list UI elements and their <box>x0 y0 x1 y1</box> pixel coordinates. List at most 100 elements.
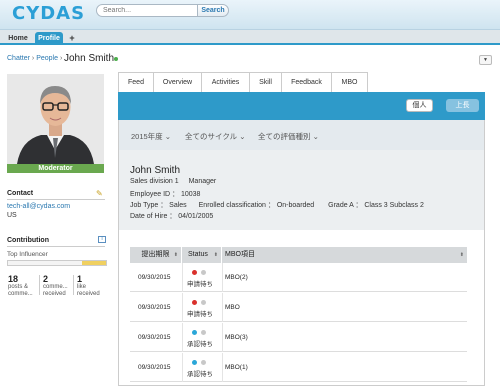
cydas-logo[interactable]: CYDAS <box>12 3 85 24</box>
stat-posts-count: 18 <box>8 274 19 284</box>
moderator-badge: Moderator <box>7 164 104 173</box>
row-mbo-item[interactable]: MBO <box>225 304 240 311</box>
employee-grade: Grade A ： Class 3 Subclass 2 <box>328 202 424 209</box>
contribution-title: Contribution <box>7 237 49 244</box>
stat-comments-label: comme... received <box>43 284 68 298</box>
row-status: 申請待ち <box>187 311 213 318</box>
stat-divider <box>73 275 74 295</box>
edit-pencil-icon[interactable]: ✎ <box>96 189 103 198</box>
row-deadline: 09/30/2015 <box>138 304 171 311</box>
table-row[interactable]: 09/30/2015 承認待ち MBO(1) <box>130 353 467 382</box>
column-header-label: MBO項目 <box>225 251 255 258</box>
search-input[interactable] <box>96 4 198 17</box>
fiscal-year-filter[interactable]: 2015年度 ⌄ <box>131 131 171 142</box>
contact-country: US <box>7 212 17 219</box>
tab-feed[interactable]: Feed <box>118 72 154 92</box>
stat-likes-label: like received <box>77 284 100 298</box>
row-status: 承認待ち <box>187 371 213 378</box>
app-tab-bar: Home Profile + <box>0 30 500 45</box>
stat-label-line: received <box>77 291 100 297</box>
search-button[interactable]: Search <box>197 4 229 17</box>
tab-mbo[interactable]: MBO <box>332 72 368 92</box>
status-dot-icon <box>201 270 206 275</box>
table-row[interactable]: 09/30/2015 承認待ち MBO(3) <box>130 323 467 352</box>
tab-skill[interactable]: Skill <box>250 72 282 92</box>
row-status: 申請待ち <box>187 281 213 288</box>
tab-profile[interactable]: Profile <box>35 32 63 45</box>
status-dot-icon <box>201 330 206 335</box>
employee-role: Manager <box>188 178 217 185</box>
sort-icon[interactable]: ⬍ <box>174 247 178 263</box>
evaluation-type-filter[interactable]: 全ての評価種別 ⌄ <box>258 131 319 142</box>
employee-name: John Smith <box>130 165 181 176</box>
sort-icon[interactable]: ⬍ <box>214 247 218 263</box>
row-mbo-item[interactable]: MBO(2) <box>225 274 248 281</box>
cell-divider <box>182 323 183 352</box>
contact-email[interactable]: tech-all@cydas.com <box>7 203 70 210</box>
tab-overview[interactable]: Overview <box>154 72 202 92</box>
row-mbo-item[interactable]: MBO(3) <box>225 334 248 341</box>
status-dot-icon <box>201 360 206 365</box>
row-mbo-item[interactable]: MBO(1) <box>225 364 248 371</box>
employee-division-line: Sales division 1 Manager <box>130 178 216 185</box>
profile-photo-image <box>7 74 104 164</box>
column-header-label: 提出期限 <box>141 251 170 258</box>
tab-feedback[interactable]: Feedback <box>282 72 332 92</box>
stat-divider <box>39 275 40 295</box>
stat-label-line: received <box>43 291 66 297</box>
supervisor-view-button[interactable]: 上長 <box>446 99 479 112</box>
column-header-deadline[interactable]: 提出期限 ⬍ <box>130 247 182 263</box>
status-dot-icon <box>192 330 197 335</box>
cycle-filter[interactable]: 全てのサイクル ⌄ <box>185 131 246 142</box>
row-deadline: 09/30/2015 <box>138 364 171 371</box>
divider <box>7 199 105 200</box>
employee-job-line: Job Type ： Sales Enrolled classification… <box>130 200 424 210</box>
employee-enrolled: Enrolled classification ： On-boarded <box>198 202 315 209</box>
stat-likes-count: 1 <box>77 274 83 284</box>
breadcrumb-chatter[interactable]: Chatter <box>7 55 30 62</box>
stat-label-line: comme... <box>8 291 33 297</box>
cell-divider <box>222 293 223 322</box>
top-influencer-label: Top Influencer <box>7 251 48 258</box>
status-dot-icon <box>192 270 197 275</box>
employee-hire-date: Date of Hire ： 04/01/2005 <box>130 213 214 220</box>
breadcrumb-separator: › <box>58 55 63 62</box>
row-deadline: 09/30/2015 <box>138 274 171 281</box>
tab-home[interactable]: Home <box>6 32 30 45</box>
cell-divider <box>182 293 183 322</box>
employee-job-type: Job Type ： Sales <box>130 202 187 209</box>
table-row[interactable]: 09/30/2015 申請待ち MBO <box>130 293 467 322</box>
sort-icon[interactable]: ⬍ <box>460 247 464 263</box>
dropdown-menu-icon[interactable]: ▼ <box>479 55 492 65</box>
cell-divider <box>222 353 223 382</box>
personal-view-button[interactable]: 個人 <box>406 99 433 112</box>
breadcrumb: Chatter › People › <box>7 55 62 62</box>
table-row[interactable]: 09/30/2015 申請待ち MBO(2) <box>130 263 467 292</box>
stat-label-line: like <box>77 284 87 290</box>
column-header-mbo-item[interactable]: MBO項目 ⬍ <box>222 247 467 263</box>
status-dot-icon <box>192 300 197 305</box>
add-tab-button[interactable]: + <box>66 32 78 45</box>
breadcrumb-people[interactable]: People <box>36 55 58 62</box>
online-status-icon <box>114 57 118 61</box>
status-dot-icon <box>192 360 197 365</box>
column-header-label: Status <box>188 251 208 258</box>
employee-division: Sales division 1 <box>130 178 179 185</box>
tab-activities[interactable]: Activities <box>202 72 250 92</box>
page-title: John Smith <box>64 53 115 64</box>
row-status: 承認待ち <box>187 341 213 348</box>
stat-comments-count: 2 <box>43 274 49 284</box>
profile-photo <box>7 74 104 164</box>
info-icon[interactable]: i <box>98 236 106 243</box>
cell-divider <box>222 263 223 292</box>
influencer-progress-bar <box>7 260 107 266</box>
column-header-status[interactable]: Status ⬍ <box>182 247 222 263</box>
divider <box>7 246 105 247</box>
contact-title: Contact <box>7 190 34 197</box>
status-dot-icon <box>201 300 206 305</box>
cell-divider <box>182 263 183 292</box>
top-header: CYDAS Search <box>0 0 500 30</box>
stat-label-line: comme... <box>43 284 68 290</box>
influencer-progress-fill <box>82 261 106 265</box>
row-deadline: 09/30/2015 <box>138 334 171 341</box>
